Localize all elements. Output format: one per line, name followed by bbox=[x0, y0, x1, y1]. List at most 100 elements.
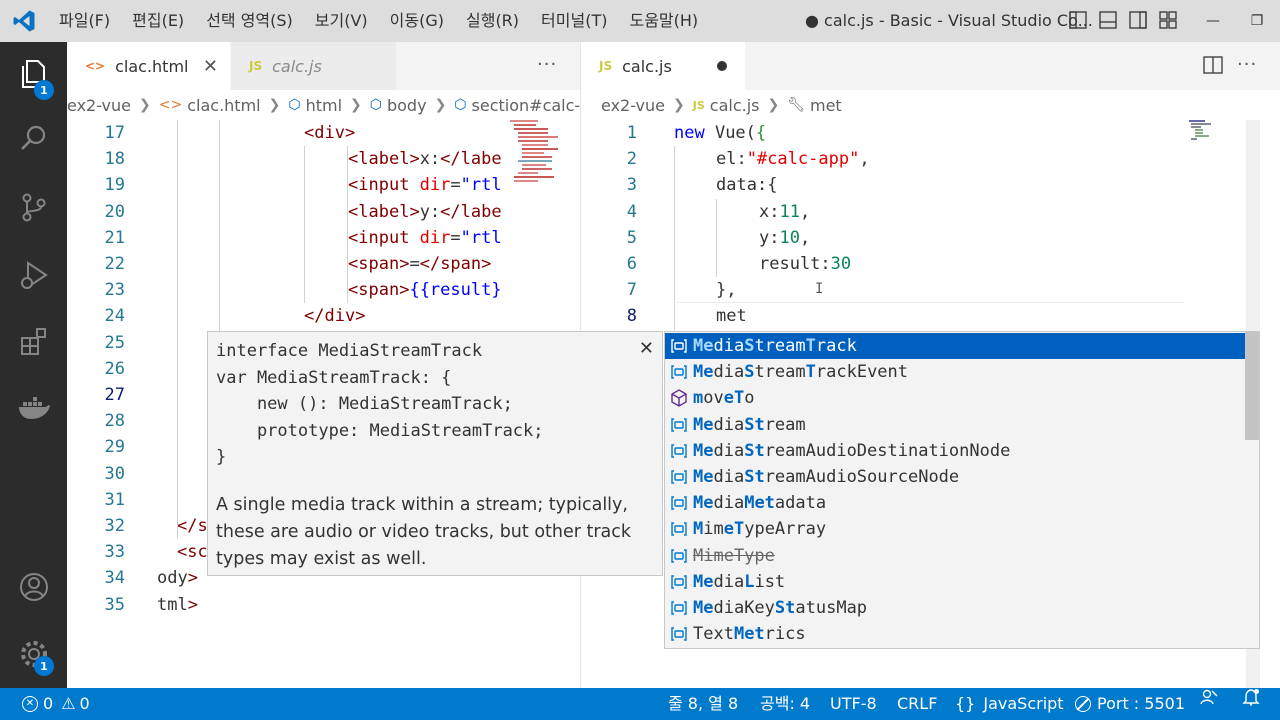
activity-bar: 1 1 bbox=[0, 42, 67, 688]
tab-calc-js[interactable]: JS calc.js bbox=[231, 42, 396, 90]
breadcrumb-file[interactable]: <> clac.html bbox=[159, 96, 261, 115]
tab-label: calc.js bbox=[622, 56, 672, 76]
suggestion-item[interactable]: MediaStreamAudioSourceNode bbox=[665, 464, 1246, 490]
code-line: 5 y:10, bbox=[581, 225, 1280, 251]
more-actions-icon[interactable]: ··· bbox=[1237, 54, 1257, 75]
suggestion-item[interactable]: TextMetrics bbox=[665, 621, 1246, 647]
suggestion-item[interactable]: MediaMetadata bbox=[665, 490, 1246, 516]
suggestion-item[interactable]: MediaStreamTrackEvent bbox=[665, 359, 1246, 385]
tab-label: calc.js bbox=[272, 56, 322, 76]
line-number: 17 bbox=[104, 123, 125, 143]
suggestion-label: MediaStream bbox=[693, 414, 806, 435]
suggest-scrollbar[interactable] bbox=[1245, 332, 1259, 440]
run-debug-icon[interactable] bbox=[0, 245, 67, 305]
suggest-widget: MediaStreamTrack MediaStreamTrackEvent mov… bbox=[664, 331, 1260, 649]
close-icon[interactable]: ✕ bbox=[203, 56, 218, 77]
cube-symbol-icon: ⬡ bbox=[369, 97, 382, 113]
variable-icon bbox=[665, 574, 693, 590]
hover-signature: interface MediaStreamTrack var MediaStre… bbox=[216, 341, 544, 467]
indent-guide bbox=[304, 146, 305, 304]
indent-guide bbox=[716, 198, 717, 278]
toggle-primary-sidebar-icon[interactable] bbox=[1068, 10, 1088, 30]
menu-item[interactable]: 이동(G) bbox=[379, 0, 455, 42]
source-control-icon[interactable] bbox=[0, 177, 67, 237]
suggestion-item[interactable]: MediaStreamTrack bbox=[665, 333, 1246, 360]
code-line: 4 x:11, bbox=[581, 199, 1280, 225]
breadcrumb-section[interactable]: ⬡ section#calc- bbox=[454, 96, 580, 115]
suggestion-item[interactable]: MediaKeyStatusMap bbox=[665, 595, 1246, 621]
unsaved-dot-icon[interactable] bbox=[717, 61, 727, 71]
line-number: 28 bbox=[104, 411, 125, 432]
left-minimap[interactable] bbox=[510, 120, 560, 220]
breadcrumb-body[interactable]: ⬡ body bbox=[370, 96, 427, 115]
suggestion-item[interactable]: MimeType bbox=[665, 543, 1246, 569]
breadcrumb-html[interactable]: ⬡ html bbox=[288, 96, 342, 115]
code-text: }, bbox=[716, 280, 737, 301]
toggle-panel-icon[interactable] bbox=[1098, 10, 1118, 30]
variable-icon bbox=[665, 469, 693, 485]
code-line: 1 new Vue({ bbox=[581, 120, 1280, 146]
breadcrumb-file[interactable]: JS calc.js bbox=[693, 96, 760, 115]
indentation[interactable]: 공백: 4 bbox=[760, 688, 810, 720]
more-actions-icon[interactable]: ··· bbox=[537, 54, 557, 75]
breadcrumb-folder[interactable]: ex2-vue bbox=[67, 96, 131, 115]
feedback-icon[interactable] bbox=[1200, 688, 1218, 706]
accounts-icon[interactable] bbox=[0, 557, 67, 617]
line-number: 24 bbox=[104, 306, 125, 327]
suggestion-item[interactable]: MediaList bbox=[665, 569, 1246, 595]
minimize-button[interactable]: — bbox=[1190, 0, 1236, 42]
code-text: <sc bbox=[177, 542, 208, 563]
code-line: 17 <div> bbox=[67, 120, 580, 146]
menu-item[interactable]: 터미널(T) bbox=[530, 0, 618, 42]
manage-gear-icon[interactable]: 1 bbox=[0, 624, 67, 684]
current-line-highlight bbox=[674, 302, 1184, 304]
code-text: met bbox=[716, 306, 747, 327]
breadcrumb-symbol[interactable]: 🔧︎ met bbox=[787, 96, 841, 115]
line-number: 21 bbox=[104, 227, 125, 248]
breadcrumb-folder[interactable]: ex2-vue bbox=[601, 96, 665, 115]
problems-indicator[interactable]: ✕ 0 ⚠ 0 bbox=[22, 688, 90, 720]
language-mode[interactable]: {} JavaScript bbox=[955, 688, 1064, 720]
end-of-line[interactable]: CRLF bbox=[897, 688, 937, 720]
menu-bar: 파일(F) 편집(E) 선택 영역(S) 보기(V) 이동(G) 실행(R) 터미널(T) 도… bbox=[48, 0, 709, 42]
tab-clac-html[interactable]: <> clac.html ✕ bbox=[67, 42, 230, 90]
menu-item[interactable]: 선택 영역(S) bbox=[195, 0, 304, 42]
code-text: </s bbox=[177, 516, 208, 536]
right-minimap[interactable] bbox=[1189, 120, 1229, 144]
docker-icon[interactable] bbox=[0, 378, 67, 438]
live-server-port[interactable]: Port : 5501 bbox=[1075, 688, 1185, 720]
title-bar: 파일(F) 편집(E) 선택 영역(S) 보기(V) 이동(G) 실행(R) 터미널(T) 도… bbox=[0, 0, 1280, 42]
restore-button[interactable]: ❐ bbox=[1234, 0, 1280, 42]
chevron-right-icon: ❯ bbox=[673, 97, 685, 113]
search-icon[interactable] bbox=[0, 108, 67, 168]
code-text: <label>x:</labe bbox=[348, 149, 502, 170]
suggestion-item[interactable]: MediaStreamAudioDestinationNode bbox=[665, 438, 1246, 464]
notifications-bell-icon[interactable] bbox=[1242, 688, 1260, 706]
menu-item[interactable]: 편집(E) bbox=[121, 0, 195, 42]
menu-item[interactable]: 보기(V) bbox=[304, 0, 379, 42]
close-icon[interactable]: ✕ bbox=[639, 338, 654, 359]
encoding[interactable]: UTF-8 bbox=[830, 688, 877, 720]
warning-count: 0 bbox=[79, 694, 90, 713]
variable-icon bbox=[665, 548, 693, 564]
code-line: 22 <span>=</span> bbox=[67, 251, 580, 277]
tab-calc-js-active[interactable]: JS calc.js bbox=[581, 42, 745, 90]
menu-item[interactable]: 실행(R) bbox=[455, 0, 530, 42]
error-icon: ✕ bbox=[22, 696, 38, 712]
extensions-icon[interactable] bbox=[0, 311, 67, 371]
cursor-position[interactable]: 줄 8, 열 8 bbox=[668, 688, 738, 720]
suggestion-item[interactable]: moveTo bbox=[665, 385, 1246, 411]
menu-item[interactable]: 도움말(H) bbox=[618, 0, 709, 42]
explorer-icon[interactable]: 1 bbox=[0, 44, 67, 104]
suggestion-item[interactable]: MimeTypeArray bbox=[665, 516, 1246, 542]
code-text: data:{ bbox=[716, 175, 778, 196]
code-line: 35 tml> bbox=[67, 592, 580, 618]
toggle-secondary-sidebar-icon[interactable] bbox=[1128, 10, 1148, 30]
split-editor-icon[interactable] bbox=[1203, 55, 1223, 80]
suggestion-item[interactable]: MediaStream bbox=[665, 412, 1246, 438]
menu-item[interactable]: 파일(F) bbox=[48, 0, 121, 42]
code-line: 7}, bbox=[581, 277, 1280, 303]
variable-icon bbox=[665, 417, 693, 433]
line-number: 32 bbox=[104, 516, 125, 536]
customize-layout-icon[interactable] bbox=[1158, 10, 1178, 30]
